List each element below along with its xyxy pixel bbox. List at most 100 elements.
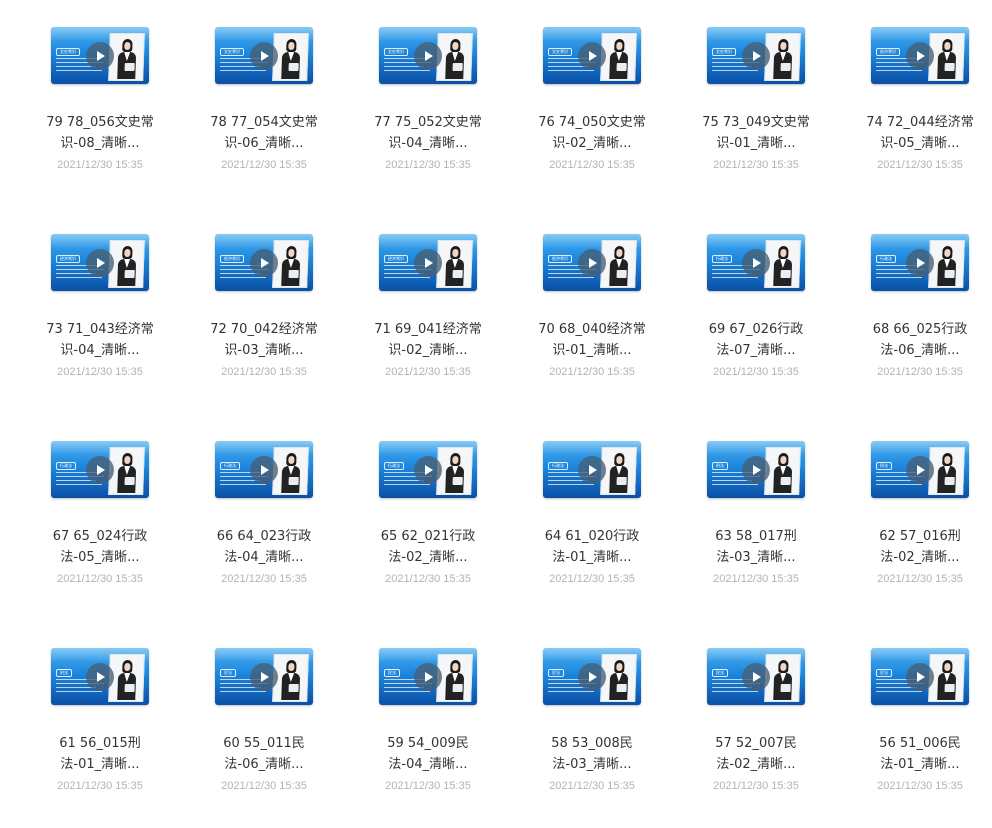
video-thumbnail[interactable]: 刑法 bbox=[51, 648, 149, 705]
file-name[interactable]: 77 75_052文史常 识-04_清晰... bbox=[346, 112, 510, 154]
video-file-item[interactable]: 行政法 69 67_026行政 法-07_清晰... 2021/12/30 15… bbox=[674, 207, 838, 414]
video-file-item[interactable]: 文史常识 79 78_056文史常 识-08_清晰... 2021/12/30 … bbox=[18, 0, 182, 207]
file-name[interactable]: 56 51_006民 法-01_清晰... bbox=[838, 733, 992, 775]
file-name[interactable]: 74 72_044经济常 识-05_清晰... bbox=[838, 112, 992, 154]
presenter-figure bbox=[443, 39, 466, 79]
play-icon[interactable] bbox=[414, 456, 442, 484]
video-file-item[interactable]: 文史常识 75 73_049文史常 识-01_清晰... 2021/12/30 … bbox=[674, 0, 838, 207]
video-thumbnail[interactable]: 民法 bbox=[379, 648, 477, 705]
video-thumbnail[interactable]: 经济常识 bbox=[543, 234, 641, 291]
video-file-item[interactable]: 经济常识 74 72_044经济常 识-05_清晰... 2021/12/30 … bbox=[838, 0, 992, 207]
video-file-item[interactable]: 行政法 68 66_025行政 法-06_清晰... 2021/12/30 15… bbox=[838, 207, 992, 414]
play-icon[interactable] bbox=[578, 42, 606, 70]
file-name[interactable]: 68 66_025行政 法-06_清晰... bbox=[838, 319, 992, 361]
file-name[interactable]: 75 73_049文史常 识-01_清晰... bbox=[674, 112, 838, 154]
play-icon[interactable] bbox=[250, 663, 278, 691]
play-icon[interactable] bbox=[578, 249, 606, 277]
file-name[interactable]: 61 56_015刑 法-01_清晰... bbox=[18, 733, 182, 775]
video-thumbnail[interactable]: 经济常识 bbox=[871, 27, 969, 84]
video-file-item[interactable]: 民法 60 55_011民 法-06_清晰... 2021/12/30 15:3… bbox=[182, 621, 346, 828]
video-thumbnail[interactable]: 经济常识 bbox=[51, 234, 149, 291]
video-thumbnail[interactable]: 文史常识 bbox=[51, 27, 149, 84]
play-icon[interactable] bbox=[86, 663, 114, 691]
file-name[interactable]: 71 69_041经济常 识-02_清晰... bbox=[346, 319, 510, 361]
video-file-item[interactable]: 行政法 67 65_024行政 法-05_清晰... 2021/12/30 15… bbox=[18, 414, 182, 621]
video-thumbnail[interactable]: 民法 bbox=[707, 648, 805, 705]
play-icon[interactable] bbox=[906, 456, 934, 484]
video-file-item[interactable]: 刑法 61 56_015刑 法-01_清晰... 2021/12/30 15:3… bbox=[18, 621, 182, 828]
play-icon[interactable] bbox=[250, 249, 278, 277]
video-thumbnail[interactable]: 文史常识 bbox=[707, 27, 805, 84]
file-name[interactable]: 62 57_016刑 法-02_清晰... bbox=[838, 526, 992, 568]
video-thumbnail[interactable]: 行政法 bbox=[543, 441, 641, 498]
video-thumbnail[interactable]: 行政法 bbox=[215, 441, 313, 498]
video-thumbnail[interactable]: 民法 bbox=[871, 648, 969, 705]
video-thumbnail[interactable]: 刑法 bbox=[707, 441, 805, 498]
video-file-item[interactable]: 民法 57 52_007民 法-02_清晰... 2021/12/30 15:3… bbox=[674, 621, 838, 828]
play-icon[interactable] bbox=[578, 663, 606, 691]
file-name[interactable]: 69 67_026行政 法-07_清晰... bbox=[674, 319, 838, 361]
file-name[interactable]: 58 53_008民 法-03_清晰... bbox=[510, 733, 674, 775]
file-name[interactable]: 66 64_023行政 法-04_清晰... bbox=[182, 526, 346, 568]
play-icon[interactable] bbox=[742, 663, 770, 691]
play-icon[interactable] bbox=[86, 249, 114, 277]
video-file-item[interactable]: 文史常识 77 75_052文史常 识-04_清晰... 2021/12/30 … bbox=[346, 0, 510, 207]
file-name[interactable]: 67 65_024行政 法-05_清晰... bbox=[18, 526, 182, 568]
file-name[interactable]: 72 70_042经济常 识-03_清晰... bbox=[182, 319, 346, 361]
file-name-line-2: 法-02_清晰... bbox=[388, 550, 468, 565]
play-icon[interactable] bbox=[86, 42, 114, 70]
video-thumbnail[interactable]: 文史常识 bbox=[379, 27, 477, 84]
play-icon[interactable] bbox=[578, 456, 606, 484]
file-name[interactable]: 79 78_056文史常 识-08_清晰... bbox=[18, 112, 182, 154]
play-icon[interactable] bbox=[906, 663, 934, 691]
file-name[interactable]: 65 62_021行政 法-02_清晰... bbox=[346, 526, 510, 568]
video-file-item[interactable]: 经济常识 70 68_040经济常 识-01_清晰... 2021/12/30 … bbox=[510, 207, 674, 414]
video-file-item[interactable]: 刑法 63 58_017刑 法-03_清晰... 2021/12/30 15:3… bbox=[674, 414, 838, 621]
video-thumbnail[interactable]: 刑法 bbox=[871, 441, 969, 498]
play-icon[interactable] bbox=[742, 456, 770, 484]
video-thumbnail[interactable]: 文史常识 bbox=[543, 27, 641, 84]
file-name[interactable]: 64 61_020行政 法-01_清晰... bbox=[510, 526, 674, 568]
play-icon[interactable] bbox=[250, 456, 278, 484]
play-icon[interactable] bbox=[414, 42, 442, 70]
video-file-item[interactable]: 经济常识 72 70_042经济常 识-03_清晰... 2021/12/30 … bbox=[182, 207, 346, 414]
video-thumbnail[interactable]: 文史常识 bbox=[215, 27, 313, 84]
file-name[interactable]: 59 54_009民 法-04_清晰... bbox=[346, 733, 510, 775]
play-icon[interactable] bbox=[742, 42, 770, 70]
play-icon[interactable] bbox=[906, 249, 934, 277]
video-thumbnail[interactable]: 行政法 bbox=[871, 234, 969, 291]
video-file-item[interactable]: 民法 59 54_009民 法-04_清晰... 2021/12/30 15:3… bbox=[346, 621, 510, 828]
video-thumbnail[interactable]: 民法 bbox=[215, 648, 313, 705]
video-file-item[interactable]: 行政法 64 61_020行政 法-01_清晰... 2021/12/30 15… bbox=[510, 414, 674, 621]
file-name[interactable]: 60 55_011民 法-06_清晰... bbox=[182, 733, 346, 775]
video-thumbnail[interactable]: 经济常识 bbox=[215, 234, 313, 291]
video-file-item[interactable]: 经济常识 73 71_043经济常 识-04_清晰... 2021/12/30 … bbox=[18, 207, 182, 414]
video-file-item[interactable]: 行政法 65 62_021行政 法-02_清晰... 2021/12/30 15… bbox=[346, 414, 510, 621]
play-icon[interactable] bbox=[906, 42, 934, 70]
file-name[interactable]: 73 71_043经济常 识-04_清晰... bbox=[18, 319, 182, 361]
video-file-item[interactable]: 民法 56 51_006民 法-01_清晰... 2021/12/30 15:3… bbox=[838, 621, 992, 828]
video-thumbnail[interactable]: 行政法 bbox=[707, 234, 805, 291]
file-name[interactable]: 57 52_007民 法-02_清晰... bbox=[674, 733, 838, 775]
play-icon[interactable] bbox=[742, 249, 770, 277]
video-file-item[interactable]: 文史常识 76 74_050文史常 识-02_清晰... 2021/12/30 … bbox=[510, 0, 674, 207]
file-name[interactable]: 78 77_054文史常 识-06_清晰... bbox=[182, 112, 346, 154]
play-icon[interactable] bbox=[86, 456, 114, 484]
play-icon[interactable] bbox=[414, 249, 442, 277]
video-thumbnail[interactable]: 民法 bbox=[543, 648, 641, 705]
video-thumbnail[interactable]: 行政法 bbox=[51, 441, 149, 498]
file-name[interactable]: 70 68_040经济常 识-01_清晰... bbox=[510, 319, 674, 361]
video-thumbnail[interactable]: 行政法 bbox=[379, 441, 477, 498]
play-icon[interactable] bbox=[414, 663, 442, 691]
video-thumbnail[interactable]: 经济常识 bbox=[379, 234, 477, 291]
video-file-item[interactable]: 经济常识 71 69_041经济常 识-02_清晰... 2021/12/30 … bbox=[346, 207, 510, 414]
file-name-line-1: 70 68_040经济常 bbox=[538, 322, 646, 337]
play-icon[interactable] bbox=[250, 42, 278, 70]
file-name[interactable]: 63 58_017刑 法-03_清晰... bbox=[674, 526, 838, 568]
video-file-item[interactable]: 民法 58 53_008民 法-03_清晰... 2021/12/30 15:3… bbox=[510, 621, 674, 828]
video-file-item[interactable]: 刑法 62 57_016刑 法-02_清晰... 2021/12/30 15:3… bbox=[838, 414, 992, 621]
file-name[interactable]: 76 74_050文史常 识-02_清晰... bbox=[510, 112, 674, 154]
video-file-item[interactable]: 行政法 66 64_023行政 法-04_清晰... 2021/12/30 15… bbox=[182, 414, 346, 621]
thumbnail-text-line bbox=[876, 70, 922, 71]
video-file-item[interactable]: 文史常识 78 77_054文史常 识-06_清晰... 2021/12/30 … bbox=[182, 0, 346, 207]
